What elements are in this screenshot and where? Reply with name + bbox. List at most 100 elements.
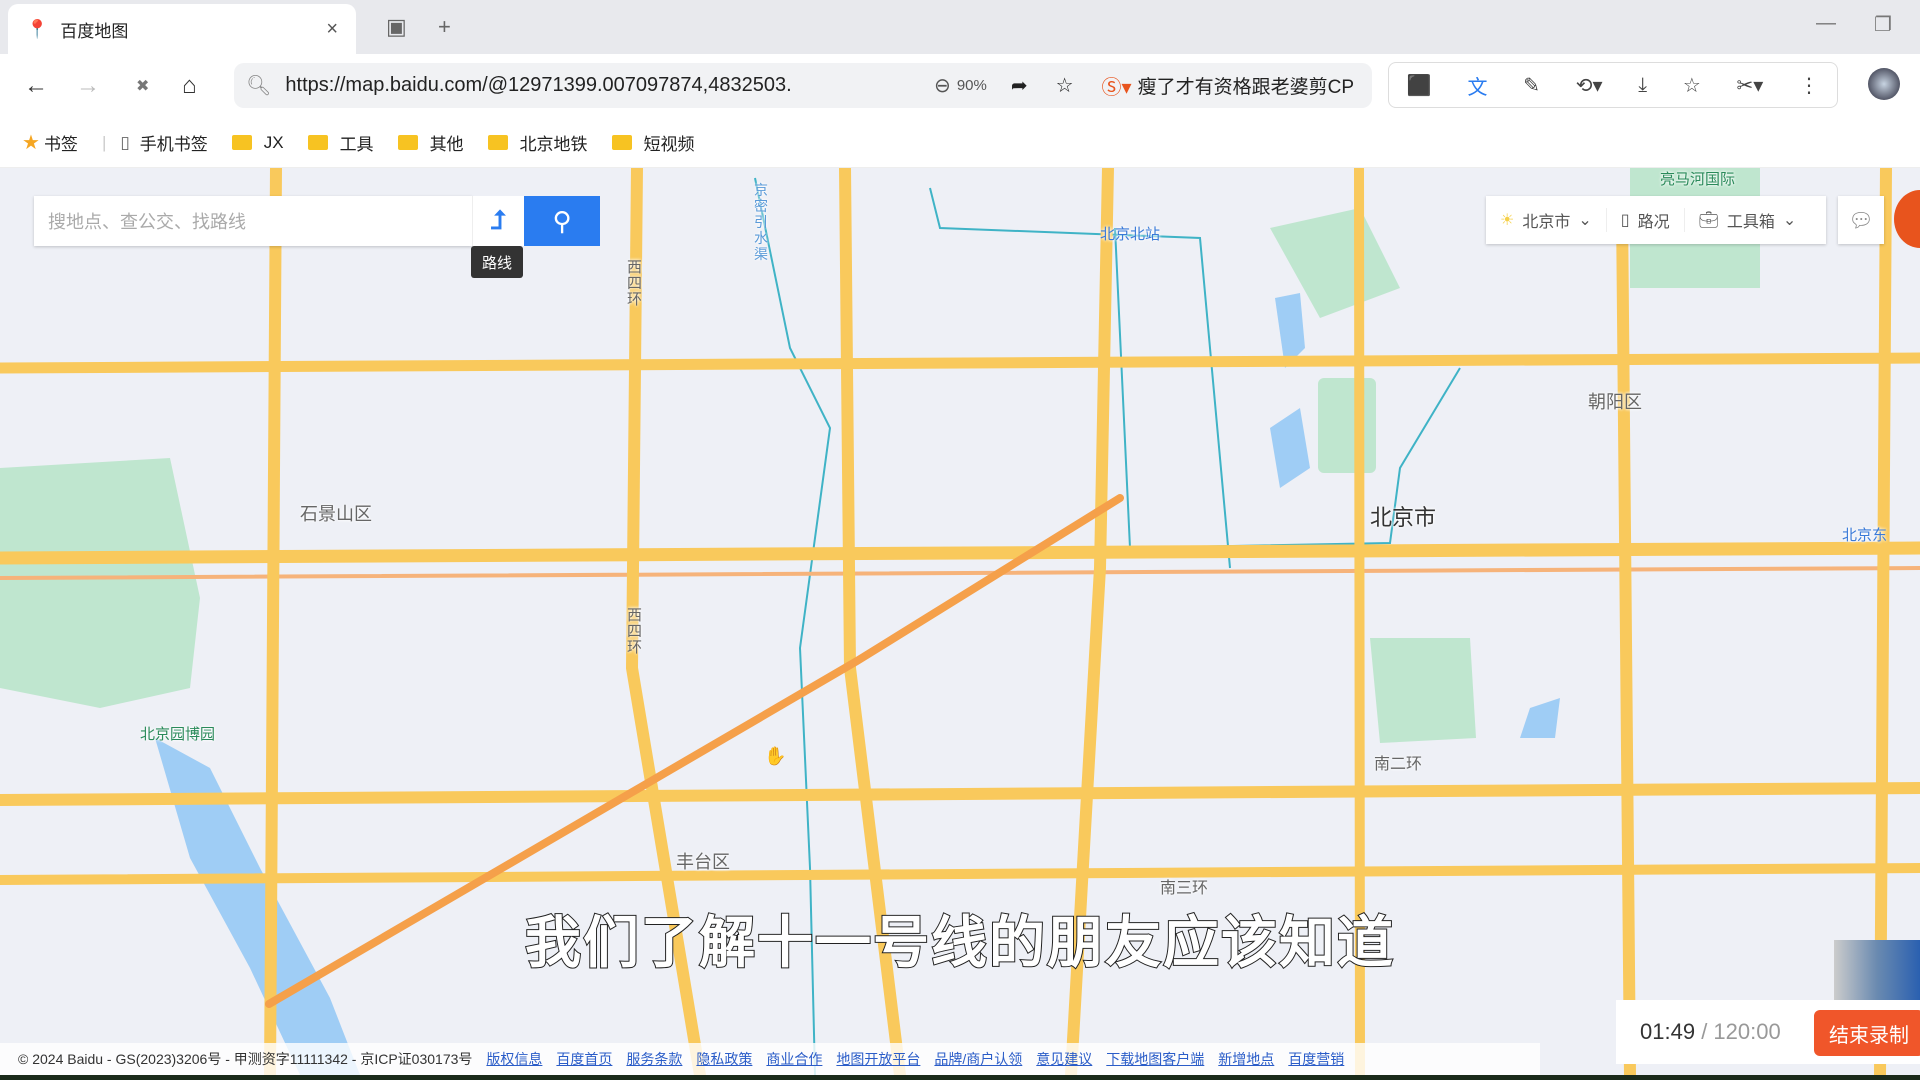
profile-avatar[interactable] [1868,68,1900,100]
search-icon: ⚲ [552,205,572,236]
restore-button[interactable]: ❐ [1874,12,1892,37]
tab-baidu-map[interactable]: 📍 百度地图 × [8,4,356,54]
road-2nd-ring-north [0,541,1920,565]
add-bookmark-icon[interactable]: ☆ [1056,73,1074,98]
video-subtitle: 我们了解十一号线的朋友应该知道 [524,910,1395,977]
stop-icon[interactable]: ✖ [136,76,149,96]
chevron-down-icon: ⌄ [1578,212,1592,229]
home-icon[interactable]: ⌂ [182,72,197,100]
folder-icon [397,135,418,150]
close-tab-icon[interactable]: × [326,18,338,41]
tab-groups-icon[interactable]: ▣ [386,14,407,40]
map-label-chaoyang: 朝阳区 [1588,392,1642,412]
map-footer: © 2024 Baidu - GS(2023)3206号 - 甲测资字11111… [0,1043,1540,1075]
chevron-down-icon: ⌄ [1782,212,1797,229]
stop-recording-button[interactable]: 结束录制 [1814,1010,1920,1056]
toolbox-icon: 💼︎ [1698,212,1719,229]
download-icon[interactable]: ⤓ [1638,74,1647,97]
search-engine-text[interactable]: 瘦了才有资格跟老婆剪CP [1138,72,1354,99]
phone-icon: ▯ [120,132,130,152]
traffic-light-icon: ▯ [1620,212,1630,229]
map-label-jingmi: 京密引水渠 [754,182,768,262]
footer-link[interactable]: 地图开放平台 [836,1049,920,1069]
annotate-icon[interactable]: ✎ [1523,73,1540,98]
recording-elapsed: 01:49 [1640,1019,1696,1044]
search-button[interactable]: ⚲ [524,196,600,246]
traffic-button[interactable]: ▯ 路况 [1607,208,1685,232]
footer-link[interactable]: 隐私政策 [696,1049,752,1069]
chat-icon: 💬︎ [1848,209,1874,232]
bookmark-folder-video[interactable]: 短视频 [611,130,695,155]
zoom-out-icon[interactable]: ⊖ [934,73,951,98]
forward-icon[interactable]: → [76,72,100,100]
bookmark-folder-jx[interactable]: JX [231,133,284,153]
search-icon: 🔍︎ [246,75,272,97]
map-label-xisihuan: 西四环 [627,259,643,308]
map-controls: ☀ 北京市 ⌄ ▯ 路况 💼︎ 工具箱 ⌄ [1486,196,1826,244]
map-pin-icon: 📍 [26,18,49,39]
folder-icon [487,135,508,150]
map-label-beijingbei[interactable]: 北京北站 [1100,223,1160,244]
map-label-liangmahe[interactable]: 亮马河国际 [1660,168,1735,189]
lake-2 [1270,408,1310,488]
footer-link[interactable]: 意见建议 [1036,1049,1092,1069]
city-selector[interactable]: ☀ 北京市 ⌄ [1486,208,1607,232]
map-label-nan3huan: 南三环 [1160,880,1209,897]
pdf-icon[interactable]: ⬛ [1407,73,1432,98]
sogou-icon[interactable]: Ⓢ▾ [1102,71,1132,100]
map-label-beijingdong[interactable]: 北京东 [1842,524,1887,545]
back-icon[interactable]: ← [24,72,48,100]
folder-icon [231,135,252,150]
bookmark-folder-tools[interactable]: 工具 [307,130,374,155]
footer-link[interactable]: 品牌/商户认领 [934,1049,1022,1069]
extensions-bar: ⬛ 文 ✎ ⟲▾ ⤓ ☆ ✂▾ ⋮ [1388,62,1838,108]
history-icon[interactable]: ⟲▾ [1576,73,1603,98]
map-label-xisihuan: 西四环 [627,607,643,656]
url-text[interactable]: https://map.baidu.com/@12971399.00709787… [285,74,791,97]
map-label-shijingshan: 石景山区 [300,504,372,524]
search-input[interactable]: 搜地点、查公交、找路线 [34,196,472,246]
park-temple [1370,638,1476,743]
star-icon: ★ [22,132,40,154]
scissors-icon[interactable]: ✂▾ [1737,73,1764,98]
message-button[interactable]: 💬︎ [1838,196,1884,244]
footer-link[interactable]: 版权信息 [486,1049,542,1069]
park-north [1318,378,1376,473]
minimize-button[interactable]: — [1816,12,1836,35]
recording-total: / 120:00 [1701,1019,1781,1044]
map-label-beijing: 北京市 [1370,505,1437,530]
folder-icon [611,135,632,150]
route-button[interactable]: ⮥ [472,196,524,246]
route-tooltip: 路线 [471,246,523,278]
map-label-nan2huan: 南二环 [1374,756,1423,773]
footer-link[interactable]: 商业合作 [766,1049,822,1069]
share-icon[interactable]: ➦ [1011,73,1028,98]
translate-icon[interactable]: 文 [1468,71,1488,100]
footer-link[interactable]: 百度首页 [556,1049,612,1069]
zoom-level[interactable]: 90% [957,77,987,94]
divider: | [101,132,107,152]
menu-icon[interactable]: ⋮ [1799,73,1819,98]
hand-cursor-icon: ✋ [764,746,787,766]
sun-icon: ☀ [1500,212,1515,229]
tab-title: 百度地图 [60,21,129,41]
toolbox-button[interactable]: 💼︎ 工具箱 ⌄ [1685,208,1811,232]
folder-icon [307,135,328,150]
map-label-fengtai: 丰台区 [676,852,730,872]
route-icon: ⮥ [490,205,507,235]
bookmark-mobile[interactable]: ▯ 手机书签 [120,130,207,155]
favorites-icon[interactable]: ☆ [1683,73,1701,98]
new-tab-button[interactable]: + [438,14,451,40]
footer-link[interactable]: 服务条款 [626,1049,682,1069]
bookmark-star[interactable]: ★ 书签 [22,130,78,155]
footer-link[interactable]: 下载地图客户端 [1106,1049,1204,1069]
footer-link[interactable]: 新增地点 [1218,1049,1274,1069]
footer-link[interactable]: 百度营销 [1288,1049,1344,1069]
road-north [0,352,1920,374]
bookmarks-bar: ★ 书签 | ▯ 手机书签 JX 工具 其他 北京地铁 短视频 [0,118,1920,168]
map-label-yuanboyuan[interactable]: 北京园博园 [140,723,215,744]
bookmark-folder-other[interactable]: 其他 [397,130,464,155]
bookmark-folder-subway[interactable]: 北京地铁 [487,130,588,155]
park-west [0,458,200,708]
address-bar[interactable]: 🔍︎ https://map.baidu.com/@12971399.00709… [234,63,1372,108]
